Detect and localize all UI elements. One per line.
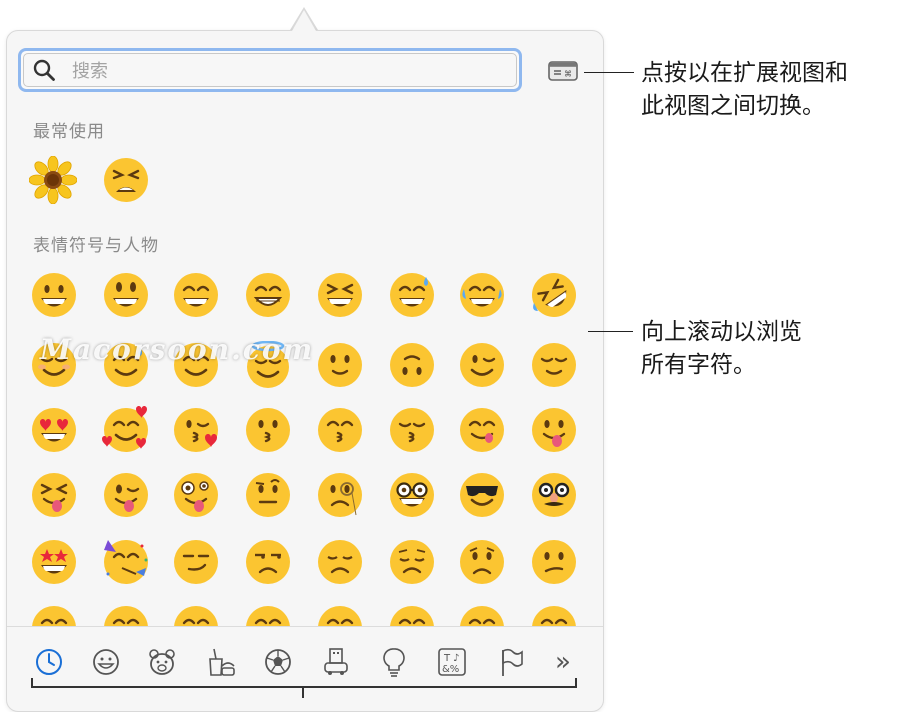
emoji-partial[interactable] bbox=[244, 604, 292, 626]
flag-icon[interactable] bbox=[495, 646, 527, 678]
emoji-disguised-face[interactable] bbox=[530, 471, 578, 519]
emoji-grinning-face[interactable] bbox=[30, 271, 78, 319]
emoji-rolling-on-floor-laughing[interactable] bbox=[530, 271, 578, 319]
emoji-kissing-face[interactable] bbox=[244, 406, 292, 454]
category-bracket bbox=[31, 686, 577, 688]
more-categories-button[interactable]: » bbox=[548, 647, 578, 677]
svg-text:♪: ♪ bbox=[453, 653, 459, 664]
svg-text:T: T bbox=[443, 653, 451, 664]
emoji-partial[interactable] bbox=[458, 604, 506, 626]
emoji-partial[interactable] bbox=[102, 604, 150, 626]
emoji-kissing-face-closed-eyes[interactable] bbox=[388, 406, 436, 454]
symbols-icon[interactable]: T ♪ &% bbox=[436, 646, 468, 678]
svg-text:⌘: ⌘ bbox=[564, 70, 572, 79]
emoji-grinning-face-sweat[interactable] bbox=[388, 271, 436, 319]
emoji-heart-eyes[interactable] bbox=[30, 406, 78, 454]
emoji-face-raised-eyebrow[interactable] bbox=[244, 471, 292, 519]
scroll-callout: 向上滚动以浏览 所有字符。 bbox=[641, 319, 802, 378]
smiley-icon[interactable] bbox=[90, 646, 122, 678]
emoji-zany-face[interactable] bbox=[172, 471, 220, 519]
emoji-unamused-face[interactable] bbox=[244, 538, 292, 586]
emoji-face-tears-of-joy[interactable] bbox=[458, 271, 506, 319]
emoji-partial[interactable] bbox=[530, 604, 578, 626]
recent-clock-icon[interactable] bbox=[33, 646, 65, 678]
category-bracket-stem bbox=[302, 687, 304, 698]
emoji-pensive-face[interactable] bbox=[388, 538, 436, 586]
watermark: Macorsoon.com bbox=[40, 333, 315, 366]
emoji-partial[interactable] bbox=[172, 604, 220, 626]
emoji-face-blowing-kiss[interactable] bbox=[172, 406, 220, 454]
emoji-grinning-face-big-eyes[interactable] bbox=[102, 271, 150, 319]
emoji-row-partial bbox=[0, 604, 604, 626]
toggle-view-callout: 点按以在扩展视图和 此视图之间切换。 bbox=[641, 60, 848, 119]
section-title-smileys: 表情符号与人物 bbox=[33, 236, 159, 256]
category-bracket-left bbox=[31, 678, 33, 688]
emoji-squinting-face-tongue[interactable] bbox=[30, 471, 78, 519]
emoji-relieved-face[interactable] bbox=[530, 341, 578, 389]
emoji-disappointed-face[interactable] bbox=[316, 538, 364, 586]
objects-icon[interactable] bbox=[378, 646, 410, 678]
emoji-winking-face[interactable] bbox=[458, 341, 506, 389]
food-icon[interactable] bbox=[204, 646, 236, 678]
emoji-partial[interactable] bbox=[30, 604, 78, 626]
toggle-callout-line bbox=[584, 72, 634, 73]
emoji-upside-down-face[interactable] bbox=[388, 341, 436, 389]
search-input[interactable] bbox=[70, 58, 474, 84]
emoji-kissing-face-smiling-eyes[interactable] bbox=[316, 406, 364, 454]
scroll-callout-line bbox=[588, 331, 633, 332]
toggle-view-icon[interactable]: ⌘ bbox=[548, 61, 578, 81]
popover-arrow-fill bbox=[292, 10, 316, 31]
emoji-face-with-tongue[interactable] bbox=[530, 406, 578, 454]
emoji-tired-face[interactable] bbox=[102, 156, 150, 204]
emoji-nerd-face[interactable] bbox=[388, 471, 436, 519]
category-bracket-right bbox=[575, 678, 577, 688]
emoji-face-with-monocle[interactable] bbox=[316, 471, 364, 519]
emoji-smiling-face-sunglasses[interactable] bbox=[458, 471, 506, 519]
activity-icon[interactable] bbox=[262, 646, 294, 678]
emoji-squinting-face[interactable] bbox=[316, 271, 364, 319]
emoji-grinning-face-smiling-eyes[interactable] bbox=[172, 271, 220, 319]
emoji-smiling-face-hearts[interactable] bbox=[102, 406, 150, 454]
section-title-recent: 最常使用 bbox=[33, 122, 105, 142]
emoji-worried-face[interactable] bbox=[458, 538, 506, 586]
emoji-sunflower[interactable] bbox=[29, 156, 77, 204]
emoji-star-struck[interactable] bbox=[30, 538, 78, 586]
emoji-partial[interactable] bbox=[388, 604, 436, 626]
animal-icon[interactable] bbox=[146, 646, 178, 678]
emoji-confused-face[interactable] bbox=[530, 538, 578, 586]
emoji-partial[interactable] bbox=[316, 604, 364, 626]
emoji-slightly-smiling-face[interactable] bbox=[316, 341, 364, 389]
search-icon bbox=[32, 58, 56, 82]
emoji-smirking-face[interactable] bbox=[172, 538, 220, 586]
svg-text:&%: &% bbox=[442, 664, 459, 675]
travel-icon[interactable] bbox=[320, 646, 352, 678]
emoji-face-savoring-food[interactable] bbox=[458, 406, 506, 454]
emoji-beaming-face[interactable] bbox=[244, 271, 292, 319]
emoji-winking-face-tongue[interactable] bbox=[102, 471, 150, 519]
emoji-partying-face[interactable] bbox=[102, 538, 150, 586]
